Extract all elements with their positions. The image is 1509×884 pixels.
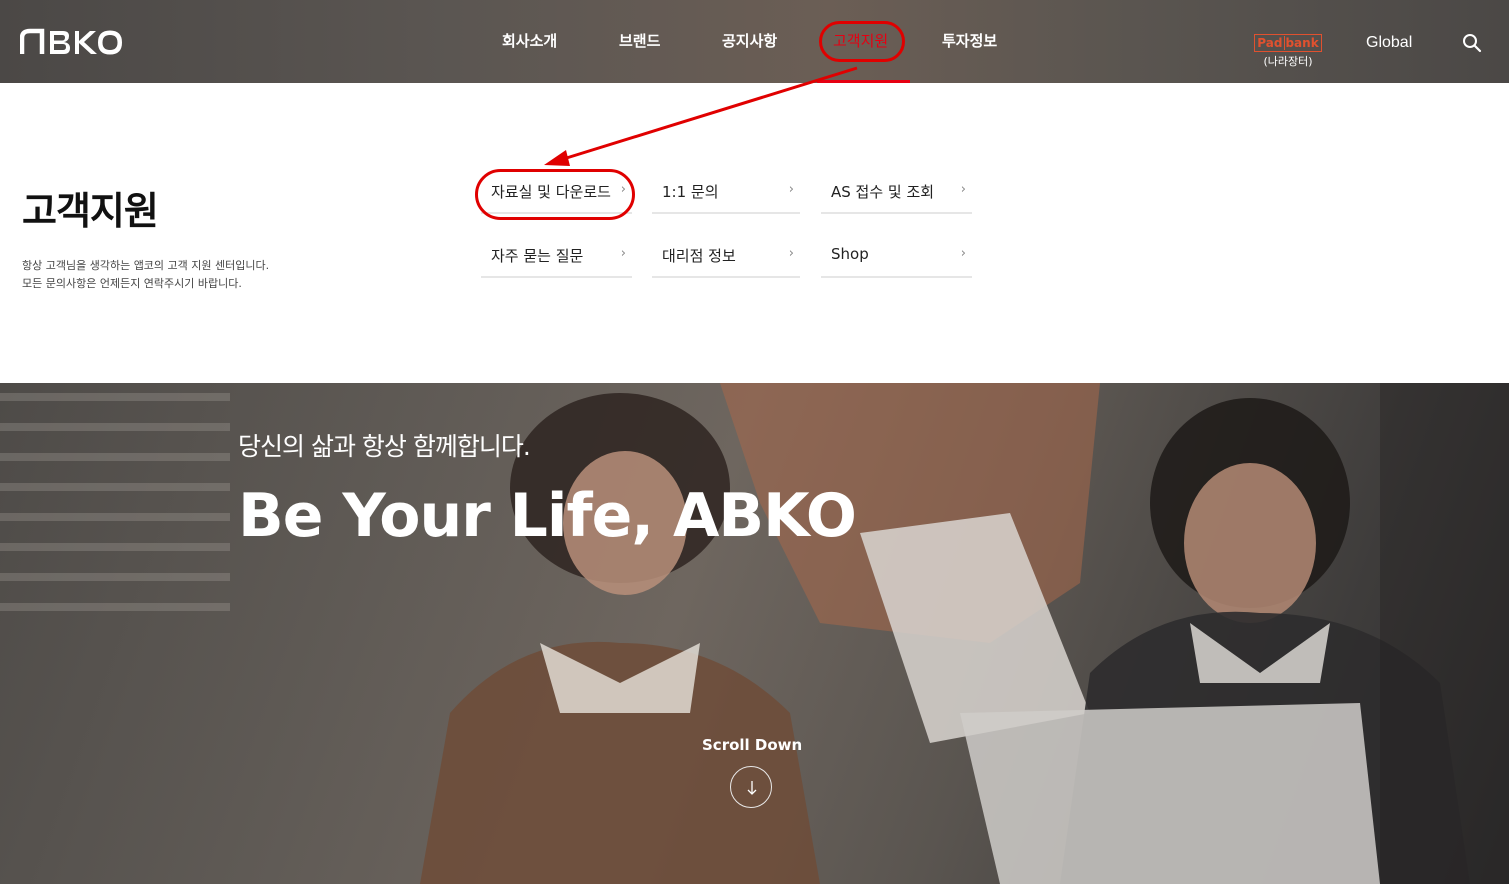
padbank-logo: Pad bank: [1254, 34, 1322, 52]
panel-description: 항상 고객님을 생각하는 앱코의 고객 지원 센터입니다. 모든 문의사항은 언…: [22, 257, 269, 293]
chevron-right-icon: ›: [960, 182, 966, 197]
link-dealer-info-label: 대리점 정보: [662, 247, 736, 265]
link-shop[interactable]: Shop ›: [821, 242, 972, 278]
link-faq-label: 자주 묻는 질문: [491, 247, 584, 265]
panel-description-line-1: 항상 고객님을 생각하는 앱코의 고객 지원 센터입니다.: [22, 259, 270, 272]
link-as-service[interactable]: AS 접수 및 조회 ›: [821, 178, 972, 214]
scroll-down-label: Scroll Down: [702, 736, 803, 754]
nav-notice[interactable]: 공지사항: [722, 30, 777, 51]
link-downloads-label: 자료실 및 다운로드: [491, 183, 611, 201]
padbank-link[interactable]: Pad bank (나라장터): [1254, 32, 1322, 69]
hero-background-photo: [0, 383, 1509, 884]
chevron-right-icon: ›: [788, 182, 794, 197]
link-downloads[interactable]: 자료실 및 다운로드 ›: [481, 178, 632, 214]
scroll-down-button[interactable]: [730, 766, 772, 808]
chevron-right-icon: ›: [788, 246, 794, 261]
chevron-right-icon: ›: [620, 182, 626, 197]
link-inquiry-label: 1:1 문의: [662, 183, 719, 201]
nav-investor[interactable]: 투자정보: [942, 30, 997, 51]
global-link[interactable]: Global: [1366, 34, 1412, 52]
link-inquiry[interactable]: 1:1 문의 ›: [652, 178, 800, 214]
link-as-service-label: AS 접수 및 조회: [831, 183, 935, 201]
hero-subtitle: 당신의 삶과 항상 함께합니다.: [238, 432, 531, 461]
nav-company[interactable]: 회사소개: [502, 30, 557, 51]
padbank-subtitle: (나라장터): [1263, 55, 1313, 68]
arrow-down-icon: [747, 781, 757, 795]
panel-description-line-2: 모든 문의사항은 언제든지 연락주시기 바랍니다.: [22, 277, 242, 290]
site-header: 회사소개 브랜드 공지사항 고객지원 투자정보 Pad bank (나라장터) G…: [0, 0, 1509, 83]
chevron-right-icon: ›: [960, 246, 966, 261]
search-icon[interactable]: [1462, 33, 1482, 53]
link-dealer-info[interactable]: 대리점 정보 ›: [652, 242, 800, 278]
support-dropdown-panel: 고객지원 항상 고객님을 생각하는 앱코의 고객 지원 센터입니다. 모든 문의…: [0, 83, 1509, 383]
panel-title: 고객지원: [22, 189, 159, 233]
abko-logo[interactable]: [20, 28, 124, 56]
hero-title: Be Your Life, ABKO: [238, 481, 857, 551]
chevron-right-icon: ›: [620, 246, 626, 261]
hero-section: 당신의 삶과 항상 함께합니다. Be Your Life, ABKO Scro…: [0, 383, 1509, 884]
link-shop-label: Shop: [831, 245, 869, 263]
link-faq[interactable]: 자주 묻는 질문 ›: [481, 242, 632, 278]
nav-brand[interactable]: 브랜드: [619, 30, 660, 51]
nav-support[interactable]: 고객지원: [833, 30, 888, 51]
